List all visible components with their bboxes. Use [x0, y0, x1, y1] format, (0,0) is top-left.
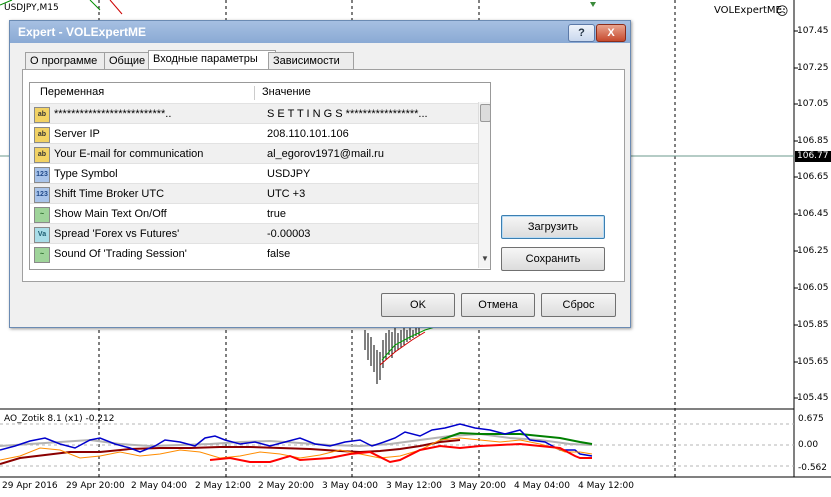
- indicator-level-label: 0.00: [798, 440, 819, 450]
- table-row[interactable]: ab Your E-mail for communication al_egor…: [30, 143, 478, 164]
- string-type-icon: ab: [34, 147, 50, 163]
- param-value[interactable]: 208.110.101.106: [267, 124, 477, 144]
- smiley-icon[interactable]: ☹: [776, 4, 789, 18]
- param-name: Spread 'Forex vs Futures': [54, 228, 180, 240]
- param-value[interactable]: al_egorov1971@mail.ru: [267, 144, 477, 164]
- price-scale-label: 106.45: [797, 209, 829, 219]
- current-price-tag: 106.77: [795, 151, 831, 162]
- param-value[interactable]: -0.00003: [267, 224, 477, 244]
- load-button[interactable]: Загрузить: [501, 215, 605, 239]
- time-axis-label: 29 Apr 2016: [2, 481, 58, 491]
- cancel-button[interactable]: Отмена: [461, 293, 535, 317]
- price-scale-label: 106.05: [797, 283, 829, 293]
- table-scrollbar[interactable]: ▼: [478, 102, 490, 268]
- help-button[interactable]: ?: [568, 24, 595, 42]
- string-type-icon: ab: [34, 127, 50, 143]
- indicator-level-label: 0.675: [798, 414, 824, 424]
- table-row[interactable]: 123 Shift Time Broker UTC UTC +3: [30, 183, 478, 204]
- expert-properties-dialog: Expert - VOLExpertME ? X О программе Общ…: [9, 20, 631, 328]
- indicator-title: AO_Zotik 8.1 (x1) -0.212: [4, 414, 115, 424]
- integer-type-icon: 123: [34, 187, 50, 203]
- param-name: Your E-mail for communication: [54, 148, 204, 160]
- column-header-value[interactable]: Значение: [262, 83, 472, 102]
- price-scale-label: 105.45: [797, 393, 829, 403]
- tab-inputs[interactable]: Входные параметры: [148, 50, 276, 71]
- table-row[interactable]: ~ Sound Of 'Trading Session' false: [30, 243, 478, 264]
- param-name: Shift Time Broker UTC: [54, 188, 165, 200]
- price-scale-label: 106.25: [797, 246, 829, 256]
- param-name: Sound Of 'Trading Session': [54, 248, 187, 260]
- price-scale-label: 107.45: [797, 26, 829, 36]
- price-scale-label: 106.85: [797, 136, 829, 146]
- double-type-icon: Va: [34, 227, 50, 243]
- price-scale-label: 105.85: [797, 320, 829, 330]
- table-row[interactable]: ab **************************.. S E T T …: [30, 103, 478, 124]
- table-row[interactable]: ab Server IP 208.110.101.106: [30, 123, 478, 144]
- time-axis-label: 2 May 04:00: [131, 481, 187, 491]
- time-axis-label: 3 May 04:00: [322, 481, 378, 491]
- boolean-type-icon: ~: [34, 247, 50, 263]
- close-button[interactable]: X: [596, 24, 626, 42]
- param-value[interactable]: UTC +3: [267, 184, 477, 204]
- integer-type-icon: 123: [34, 167, 50, 183]
- column-divider[interactable]: [254, 86, 255, 100]
- param-name: **************************..: [54, 108, 172, 120]
- parameters-table[interactable]: Переменная Значение ab *****************…: [29, 82, 491, 270]
- param-value[interactable]: true: [267, 204, 477, 224]
- time-axis-label: 29 Apr 20:00: [66, 481, 125, 491]
- param-name: Server IP: [54, 128, 100, 140]
- price-scale-label: 107.25: [797, 63, 829, 73]
- time-axis-label: 4 May 12:00: [578, 481, 634, 491]
- price-scale-label: 106.65: [797, 172, 829, 182]
- ok-button[interactable]: OK: [381, 293, 455, 317]
- time-axis-label: 2 May 12:00: [195, 481, 251, 491]
- scroll-down-arrow-icon[interactable]: ▼: [481, 254, 489, 263]
- table-row[interactable]: ~ Show Main Text On/Off true: [30, 203, 478, 224]
- indicator-level-label: -0.562: [798, 463, 828, 473]
- column-header-variable[interactable]: Переменная: [30, 83, 265, 102]
- table-row[interactable]: Va Spread 'Forex vs Futures' -0.00003: [30, 223, 478, 244]
- param-value[interactable]: S E T T I N G S *****************...: [267, 104, 477, 124]
- chart-symbol-title: USDJPY,M15: [4, 3, 59, 13]
- tab-dependencies[interactable]: Зависимости: [268, 52, 354, 70]
- param-value[interactable]: false: [267, 244, 477, 264]
- param-name: Show Main Text On/Off: [54, 208, 167, 220]
- time-axis-label: 3 May 12:00: [386, 481, 442, 491]
- save-button[interactable]: Сохранить: [501, 247, 605, 271]
- price-scale-label: 105.65: [797, 357, 829, 367]
- param-value[interactable]: USDJPY: [267, 164, 477, 184]
- string-type-icon: ab: [34, 107, 50, 123]
- price-scale-label: 107.05: [797, 99, 829, 109]
- param-name: Type Symbol: [54, 168, 118, 180]
- scrollbar-thumb[interactable]: [480, 104, 490, 122]
- boolean-type-icon: ~: [34, 207, 50, 223]
- time-axis-label: 2 May 20:00: [258, 481, 314, 491]
- expert-name-label: VOLExpertME: [714, 5, 782, 16]
- time-axis-label: 4 May 04:00: [514, 481, 570, 491]
- dialog-title: Expert - VOLExpertME: [18, 25, 147, 39]
- dialog-titlebar[interactable]: Expert - VOLExpertME ? X: [10, 21, 630, 43]
- time-axis-label: 3 May 20:00: [450, 481, 506, 491]
- table-row[interactable]: 123 Type Symbol USDJPY: [30, 163, 478, 184]
- reset-button[interactable]: Сброс: [541, 293, 616, 317]
